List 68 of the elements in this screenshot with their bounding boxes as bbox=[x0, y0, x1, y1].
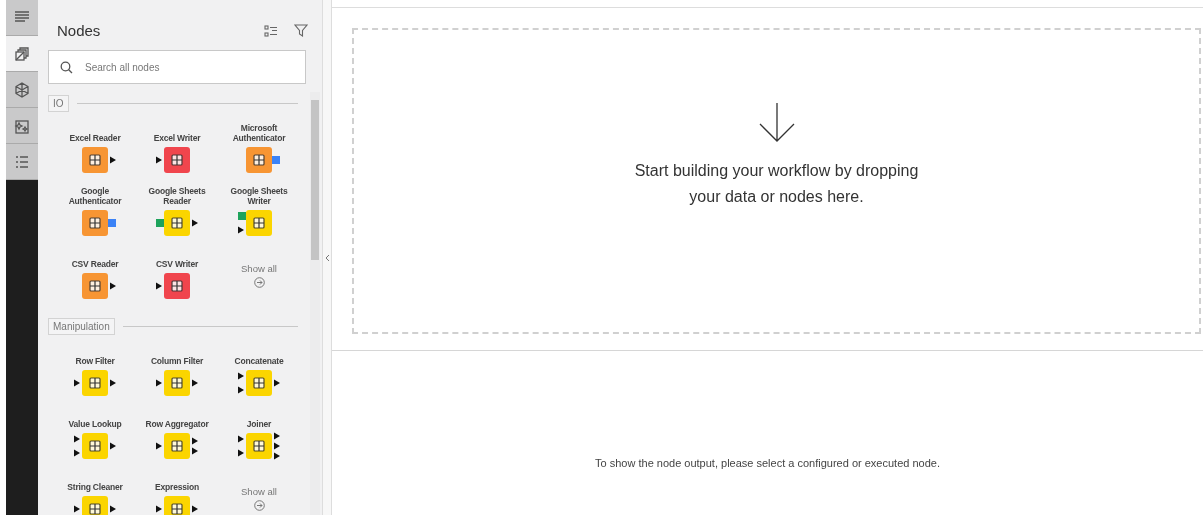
node-tile[interactable]: Row Aggregator bbox=[136, 404, 218, 467]
node-icon bbox=[155, 432, 199, 460]
node-name: String Cleaner bbox=[67, 481, 123, 492]
drop-hint: Start building your workflow by dropping your data or nodes here. bbox=[633, 161, 920, 207]
node-icon bbox=[237, 432, 281, 460]
node-tile[interactable]: Excel Reader bbox=[54, 118, 136, 181]
arrow-circle-icon bbox=[253, 500, 265, 511]
node-tile[interactable]: CSV Reader bbox=[54, 244, 136, 307]
output-message: To show the node output, please select a configured or executed node. bbox=[595, 457, 940, 471]
search-icon bbox=[60, 61, 73, 74]
node-name: Google Authenticator bbox=[67, 185, 123, 206]
stacked-squares-icon bbox=[14, 45, 30, 62]
node-tile[interactable]: Expression bbox=[136, 467, 218, 515]
node-tile[interactable]: Row Filter bbox=[54, 341, 136, 404]
list-view-icon[interactable] bbox=[264, 24, 278, 37]
node-tile[interactable]: Column Filter bbox=[136, 341, 218, 404]
show-all-link[interactable]: Show all bbox=[218, 467, 300, 515]
node-tile[interactable]: Concatenate bbox=[218, 341, 300, 404]
chevron-left-icon bbox=[324, 253, 330, 262]
node-name: Column Filter bbox=[150, 355, 204, 366]
sidebar-tab[interactable] bbox=[6, 36, 38, 72]
search-field[interactable]: Search all nodes bbox=[48, 50, 306, 84]
node-name: Google Sheets Writer bbox=[229, 185, 289, 206]
node-name: Expression bbox=[155, 481, 199, 492]
node-tile[interactable]: Google Sheets Writer bbox=[218, 181, 300, 244]
scrollbar[interactable] bbox=[310, 92, 320, 515]
node-tile[interactable]: Joiner bbox=[218, 404, 300, 467]
category-label: Manipulation bbox=[48, 318, 115, 335]
show-all-link[interactable]: Show all bbox=[218, 244, 300, 307]
arrow-down-icon bbox=[757, 102, 796, 142]
node-name: CSV Reader bbox=[71, 258, 119, 269]
node-icon bbox=[155, 495, 199, 515]
node-tile[interactable]: String Cleaner bbox=[54, 467, 136, 515]
panel-title: Nodes bbox=[57, 22, 102, 39]
drop-zone[interactable]: Start building your workflow by dropping your data or nodes here. bbox=[352, 28, 1201, 334]
node-name: Google Sheets Reader bbox=[147, 185, 207, 206]
node-name: Row Aggregator bbox=[145, 418, 209, 429]
node-name: Excel Writer bbox=[153, 132, 201, 143]
node-name: Concatenate bbox=[234, 355, 284, 366]
cube-icon bbox=[14, 81, 30, 98]
node-icon bbox=[237, 369, 281, 397]
node-icon bbox=[155, 209, 199, 237]
node-tile[interactable]: Excel Writer bbox=[136, 118, 218, 181]
node-tile[interactable]: Value Lookup bbox=[54, 404, 136, 467]
sidebar-tab[interactable] bbox=[6, 108, 38, 144]
node-icon bbox=[73, 369, 117, 397]
sidebar-tab[interactable] bbox=[6, 72, 38, 108]
sparkle-icon bbox=[14, 117, 30, 134]
node-tile[interactable]: Google Sheets Reader bbox=[136, 181, 218, 244]
node-name: Row Filter bbox=[75, 355, 115, 366]
sidebar-tab[interactable] bbox=[6, 0, 38, 36]
node-tile[interactable]: CSV Writer bbox=[136, 244, 218, 307]
node-name: Value Lookup bbox=[68, 418, 122, 429]
node-tile[interactable]: Microsoft Authenticator bbox=[218, 118, 300, 181]
sidebar-tab[interactable] bbox=[6, 144, 38, 180]
checklist-icon bbox=[14, 153, 30, 170]
arrow-circle-icon bbox=[253, 277, 265, 288]
node-name: CSV Writer bbox=[155, 258, 199, 269]
node-tile[interactable]: Google Authenticator bbox=[54, 181, 136, 244]
collapse-handle[interactable] bbox=[322, 0, 332, 515]
filter-icon[interactable] bbox=[294, 24, 308, 37]
node-name: Excel Reader bbox=[69, 132, 121, 143]
node-name: Joiner bbox=[246, 418, 272, 429]
category-label: IO bbox=[48, 95, 69, 112]
node-icon bbox=[155, 369, 199, 397]
node-icon bbox=[73, 495, 117, 515]
node-icon bbox=[73, 432, 117, 460]
node-name: Microsoft Authenticator bbox=[231, 122, 287, 143]
